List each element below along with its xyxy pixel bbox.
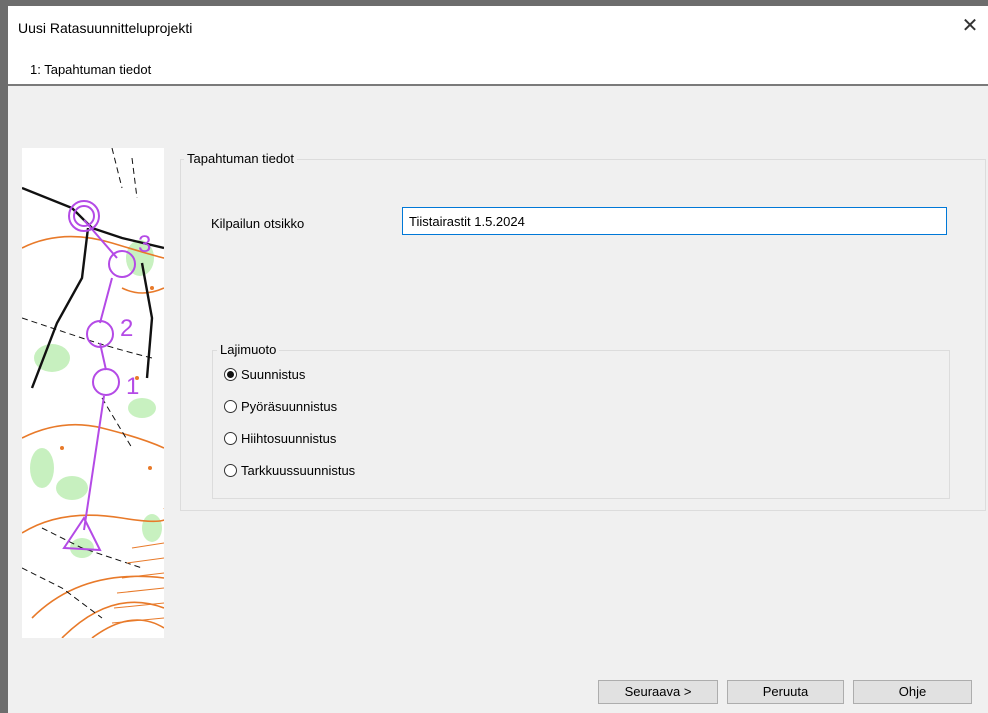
sport-type-legend: Lajimuoto [217,342,280,357]
radio-label: Tarkkuussuunnistus [241,462,356,478]
control-number-2: 2 [120,315,133,342]
radio-label: Hiihtosuunnistus [241,430,337,446]
next-button[interactable]: Seuraava > [598,680,718,704]
window-title: Uusi Ratasuunnitteluprojekti [18,20,193,36]
radio-button[interactable] [224,431,237,445]
wizard-step-label: 1: Tapahtuman tiedot [30,62,152,77]
radio-button[interactable] [224,463,237,477]
orienteering-map-image: 3 2 1 [22,148,164,638]
radio-button-selected[interactable] [224,367,237,381]
radio-tarkkuussuunnistus[interactable]: Tarkkuussuunnistus [224,460,355,480]
radio-suunnistus[interactable]: Suunnistus [224,364,305,384]
control-number-3: 3 [138,231,151,258]
competition-title-input[interactable] [402,207,947,235]
course-map-graphic: 3 2 1 [22,148,164,638]
dialog-window: Uusi Ratasuunnitteluprojekti ✕ 1: Tapaht… [0,0,988,713]
radio-pyorasuunnistus[interactable]: Pyöräsuunnistus [224,396,337,416]
event-details-legend: Tapahtuman tiedot [184,151,297,166]
help-button[interactable]: Ohje [853,680,972,704]
cancel-button[interactable]: Peruuta [727,680,844,704]
competition-title-label: Kilpailun otsikko [211,216,305,231]
radio-hiihtosuunnistus[interactable]: Hiihtosuunnistus [224,428,336,448]
radio-label: Pyöräsuunnistus [241,398,338,414]
dialog-header: Uusi Ratasuunnitteluprojekti ✕ 1: Tapaht… [8,6,988,86]
radio-button[interactable] [224,399,237,413]
close-icon[interactable]: ✕ [960,16,980,36]
radio-label: Suunnistus [241,366,306,382]
